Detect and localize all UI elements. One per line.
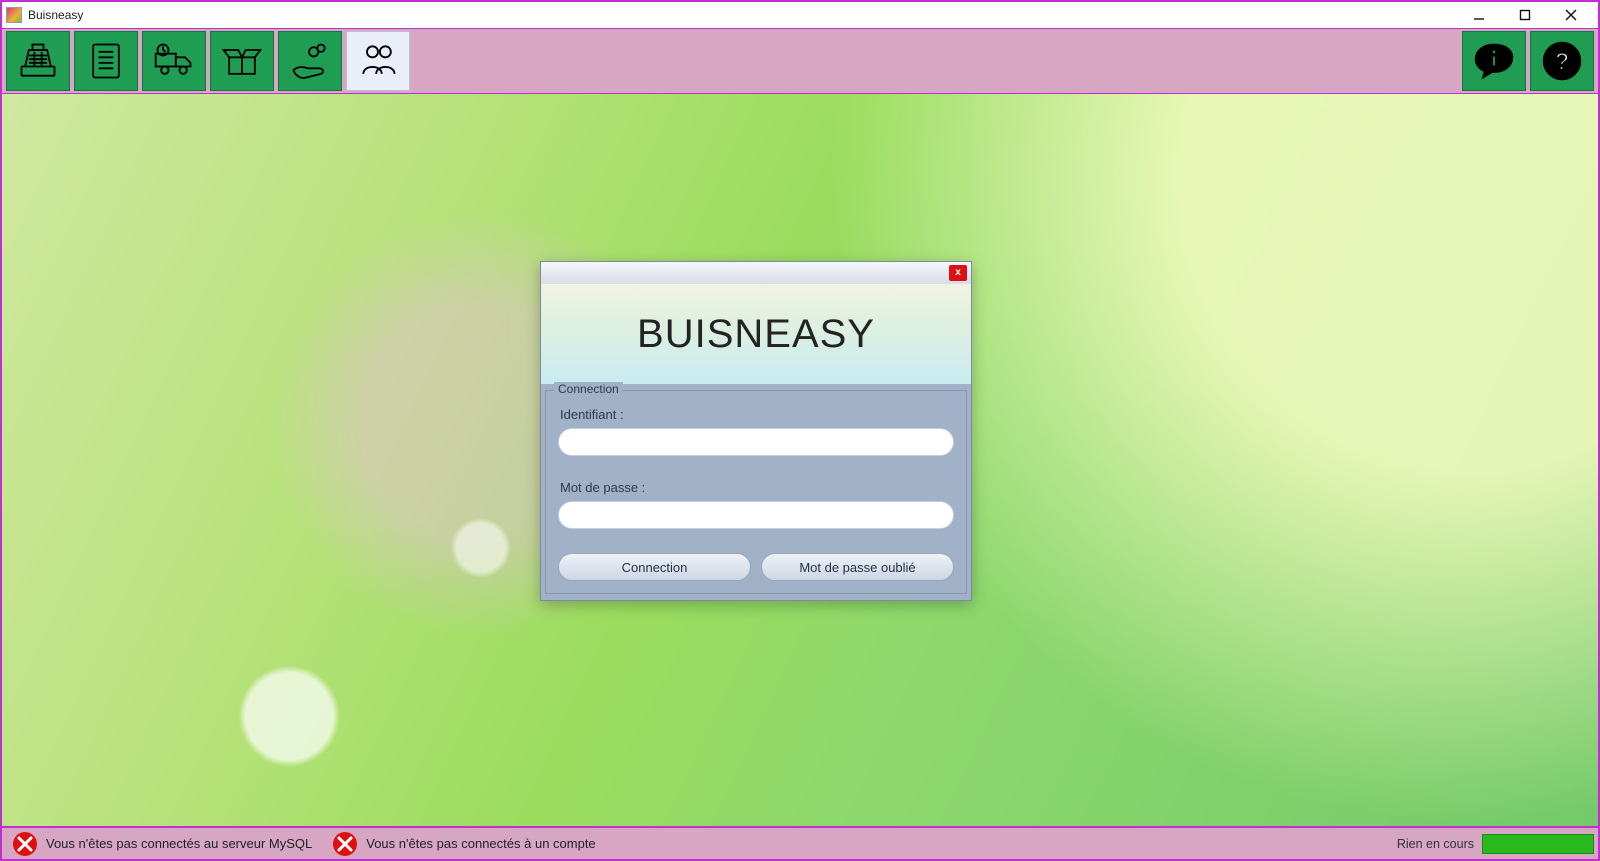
password-input[interactable] [558, 501, 954, 529]
error-icon [332, 831, 358, 857]
toolbar-info[interactable] [1462, 31, 1526, 91]
cash-register-icon [16, 39, 60, 83]
dialog-close-button[interactable]: x [949, 265, 967, 281]
minimize-button[interactable] [1456, 2, 1502, 28]
app-icon [6, 7, 22, 23]
toolbar-payment[interactable] [278, 31, 342, 91]
help-icon: ? [1540, 39, 1584, 83]
users-icon [356, 39, 400, 83]
connection-group: Connection Identifiant : Mot de passe : … [545, 390, 967, 594]
svg-text:?: ? [1555, 48, 1570, 75]
info-bubble-icon [1472, 39, 1516, 83]
close-button[interactable] [1548, 2, 1594, 28]
maximize-button[interactable] [1502, 2, 1548, 28]
window-title: Buisneasy [28, 8, 83, 22]
progress-bar [1482, 834, 1594, 854]
toolbar-users[interactable] [346, 31, 410, 91]
toolbar-inventory[interactable] [210, 31, 274, 91]
dialog-titlebar: x [541, 262, 971, 284]
dialog-button-row: Connection Mot de passe oublié [558, 553, 954, 581]
delivery-truck-icon [152, 39, 196, 83]
status-mysql-text: Vous n'êtes pas connectés au serveur MyS… [46, 836, 312, 851]
app-window: Buisneasy [0, 0, 1600, 861]
main-toolbar: ? [2, 28, 1598, 94]
identifier-input[interactable] [558, 428, 954, 456]
login-dialog: x BUISNEASY Connection Identifiant : Mot… [540, 261, 972, 601]
connect-button[interactable]: Connection [558, 553, 751, 581]
brand-title: BUISNEASY [637, 312, 875, 357]
group-legend: Connection [554, 382, 623, 396]
identifier-label: Identifiant : [560, 407, 952, 422]
forgot-password-button[interactable]: Mot de passe oublié [761, 553, 954, 581]
error-icon [12, 831, 38, 857]
titlebar: Buisneasy [2, 2, 1598, 28]
hand-coins-icon [288, 39, 332, 83]
status-bar: Vous n'êtes pas connectés au serveur MyS… [2, 826, 1598, 859]
toolbar-delivery[interactable] [142, 31, 206, 91]
invoice-icon [84, 39, 128, 83]
minimize-icon [1473, 9, 1485, 21]
toolbar-invoice[interactable] [74, 31, 138, 91]
password-label: Mot de passe : [560, 480, 952, 495]
toolbar-cash-register[interactable] [6, 31, 70, 91]
status-account: Vous n'êtes pas connectés à un compte [322, 831, 605, 857]
open-box-icon [220, 39, 264, 83]
status-mysql: Vous n'êtes pas connectés au serveur MyS… [2, 831, 322, 857]
dialog-banner: BUISNEASY [541, 284, 971, 384]
toolbar-help[interactable]: ? [1530, 31, 1594, 91]
maximize-icon [1519, 9, 1531, 21]
close-icon [1565, 9, 1577, 21]
status-account-text: Vous n'êtes pas connectés à un compte [366, 836, 595, 851]
progress-label: Rien en cours [1389, 837, 1482, 851]
workspace: x BUISNEASY Connection Identifiant : Mot… [2, 94, 1598, 826]
